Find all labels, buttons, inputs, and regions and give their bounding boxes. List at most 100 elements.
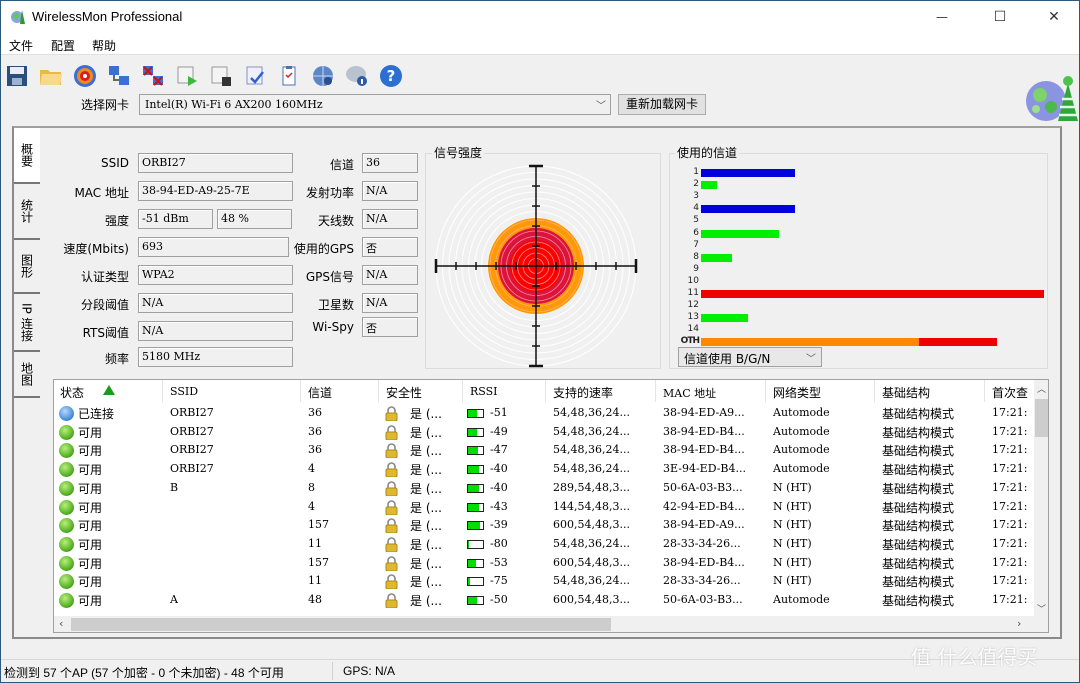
column-divider[interactable]	[162, 380, 163, 402]
close-button[interactable]: ✕	[1031, 1, 1077, 33]
report-button[interactable]	[241, 62, 269, 90]
column-header[interactable]: 安全性	[386, 384, 422, 401]
scroll-up-icon[interactable]: ︿	[1037, 382, 1046, 395]
watermark: 值 什么值得买	[911, 645, 1038, 669]
info-button[interactable]	[343, 62, 371, 90]
table-row[interactable]: 可用 A 48 是 (... -50 600,54,48,3... 50-6A-03-B3.…	[54, 591, 1034, 610]
connect-button[interactable]	[105, 62, 133, 90]
cell-channel: 11	[308, 536, 322, 550]
clipboard-icon	[282, 66, 296, 86]
vertical-scrollbar[interactable]: ︿ ﹀	[1034, 380, 1048, 616]
table-row[interactable]: 可用 ORBI27 36 是 (... -47 54,48,36,24... 38-94-E…	[54, 441, 1034, 460]
table-row[interactable]: 已连接 ORBI27 36 是 (... -51 54,48,36,24... 38-94-…	[54, 404, 1034, 423]
stop-log-icon	[211, 66, 231, 86]
column-divider[interactable]	[378, 380, 379, 402]
vertical-scroll-thumb[interactable]	[1035, 399, 1048, 437]
tab-summary[interactable]: 概要	[14, 128, 40, 184]
summary-value: N/A	[362, 293, 418, 313]
table-row[interactable]: 可用 ORBI27 36 是 (... -49 54,48,36,24... 38-94-E…	[54, 423, 1034, 442]
ap-table: 状态 SSID 信道 安全性 RSSI 支持的速率 MAC 地址 网络类型 基础结构 首次查 已连…	[53, 379, 1049, 633]
maximize-button[interactable]: ☐	[977, 1, 1023, 33]
channel-bar-11	[701, 290, 1044, 298]
column-header[interactable]: MAC 地址	[663, 385, 716, 401]
scroll-down-icon[interactable]: ﹀	[1037, 602, 1046, 615]
cell-infra: 基础结构模式	[882, 444, 955, 459]
target-button[interactable]	[71, 62, 99, 90]
save-button[interactable]	[3, 62, 31, 90]
help-button[interactable]: ?	[377, 62, 405, 90]
disconnect-button[interactable]	[139, 62, 167, 90]
horizontal-scroll-thumb[interactable]	[71, 618, 611, 631]
summary-value: 38-94-ED-A9-25-7E	[138, 181, 293, 201]
table-row[interactable]: 可用 ORBI27 4 是 (... -40 54,48,36,24... 3E-94-ED…	[54, 460, 1034, 479]
menu-file[interactable]: 文件	[9, 37, 33, 54]
available-status-icon	[59, 593, 74, 608]
column-divider[interactable]	[874, 380, 875, 402]
cell-rates: 54,48,36,24...	[553, 424, 630, 438]
table-header: 状态 SSID 信道 安全性 RSSI 支持的速率 MAC 地址 网络类型 基础结构 首次查	[54, 380, 1034, 402]
table-row[interactable]: 可用 11 是 (... -80 54,48,36,24... 28-33-34-26..…	[54, 535, 1034, 554]
tab-map[interactable]: 地图	[14, 352, 40, 398]
column-divider[interactable]	[300, 380, 301, 402]
status-text: 可用	[78, 537, 103, 552]
rssi-bar-fill	[468, 428, 477, 436]
tab-ip-connections[interactable]: IP 连接	[14, 294, 40, 352]
table-row[interactable]: 可用 157 是 (... -39 600,54,48,3... 38-94-ED-A9.…	[54, 516, 1034, 535]
horizontal-scrollbar[interactable]: ‹ ›	[54, 616, 1048, 632]
nic-label: 选择网卡	[81, 98, 130, 112]
summary-value: N/A	[362, 265, 418, 285]
cell-rates: 289,54,48,3...	[553, 480, 630, 494]
close-icon: ✕	[1048, 9, 1060, 25]
cell-channel: 36	[308, 424, 322, 438]
column-header[interactable]: 首次查	[992, 384, 1028, 401]
column-header[interactable]: 信道	[308, 384, 332, 401]
table-row[interactable]: 可用 4 是 (... -43 144,54,48,3... 42-94-ED-B4...…	[54, 498, 1034, 517]
available-status-icon	[59, 536, 74, 552]
minimize-button[interactable]: —	[919, 1, 965, 33]
scroll-left-icon[interactable]: ‹	[59, 617, 63, 630]
tab-graph[interactable]: 图形	[14, 240, 40, 294]
column-divider[interactable]	[545, 380, 546, 402]
channel-bar-2	[701, 181, 717, 190]
summary-value: WPA2	[138, 265, 293, 285]
column-header[interactable]: RSSI	[470, 385, 498, 398]
table-row[interactable]: 可用 B 8 是 (... -40 289,54,48,3... 50-6A-03-B3..…	[54, 479, 1034, 498]
column-header[interactable]: 状态	[60, 384, 84, 401]
column-divider[interactable]	[655, 380, 656, 402]
status-text: 可用	[78, 500, 103, 515]
column-divider[interactable]	[462, 380, 463, 402]
status-text: 可用	[78, 519, 103, 534]
stop-log-button[interactable]	[207, 62, 235, 90]
column-divider[interactable]	[984, 380, 985, 402]
cell-rates: 600,54,48,3...	[553, 555, 630, 569]
menu-config[interactable]: 配置	[51, 37, 75, 54]
cell-ssid: ORBI27	[170, 462, 214, 476]
scroll-right-icon[interactable]: ›	[1017, 617, 1021, 630]
cell-channel: 157	[308, 555, 329, 569]
column-header[interactable]: 基础结构	[882, 384, 930, 401]
cell-first: 17:21:	[992, 424, 1028, 438]
web-button[interactable]	[309, 62, 337, 90]
sort-ascending-icon[interactable]	[103, 385, 115, 395]
summary-label: GPS信号	[305, 270, 354, 284]
status-text: 可用	[78, 444, 103, 459]
table-row[interactable]: 可用 11 是 (... -75 54,48,36,24... 28-33-34-26..…	[54, 572, 1034, 591]
column-divider[interactable]	[765, 380, 766, 402]
start-log-button[interactable]	[173, 62, 201, 90]
channel-usage-select[interactable]: 信道使用 B/G/N ﹀	[678, 347, 822, 367]
clipboard-button[interactable]	[275, 62, 303, 90]
column-header[interactable]: SSID	[170, 385, 198, 398]
open-button[interactable]	[37, 62, 65, 90]
column-header[interactable]: 网络类型	[773, 384, 821, 401]
web-globe-icon	[313, 66, 333, 86]
column-header[interactable]: 支持的速率	[553, 384, 613, 401]
table-row[interactable]: 可用 157 是 (... -53 600,54,48,3... 38-94-ED-B4.…	[54, 554, 1034, 573]
channel-label: 8	[693, 251, 699, 262]
summary-value: N/A	[362, 181, 418, 201]
nic-select[interactable]: Intel(R) Wi-Fi 6 AX200 160MHz ﹀	[139, 94, 611, 115]
tab-statistics[interactable]: 统计	[14, 184, 40, 240]
menu-help[interactable]: 帮助	[92, 37, 116, 54]
cell-security: 是 (...	[410, 444, 442, 459]
reload-nic-button[interactable]: 重新加载网卡	[618, 94, 706, 115]
window-title: WirelessMon Professional	[32, 9, 183, 24]
